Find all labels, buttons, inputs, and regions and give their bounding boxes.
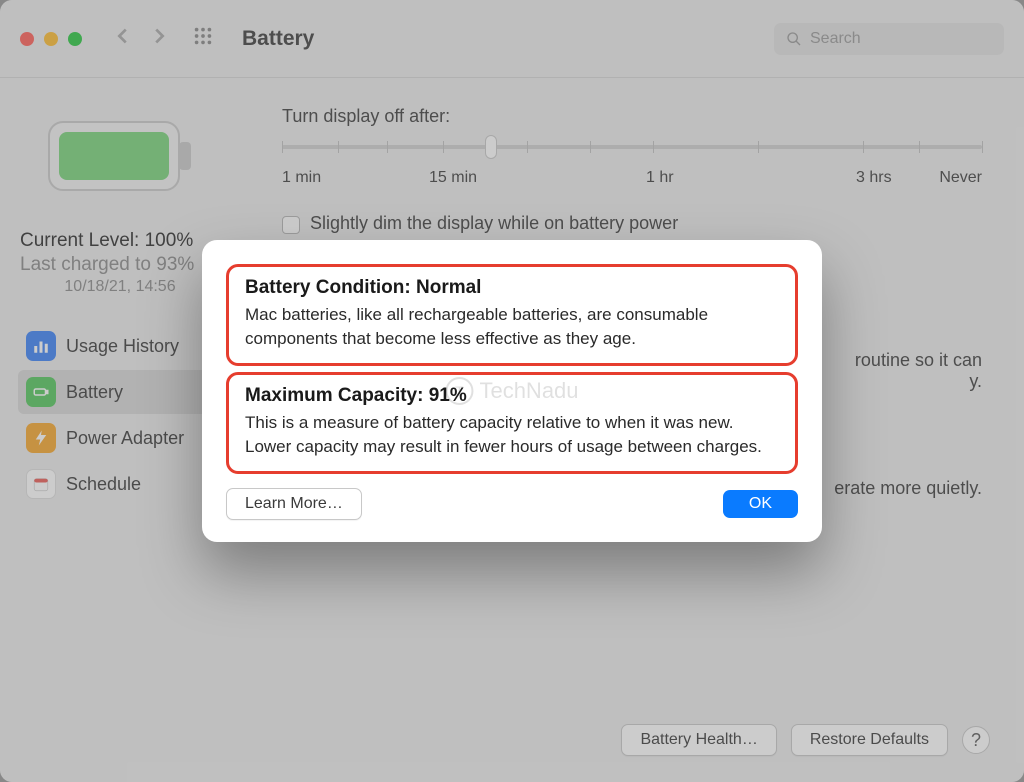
ok-button[interactable]: OK bbox=[723, 490, 798, 518]
battery-condition-body: Mac batteries, like all rechargeable bat… bbox=[245, 303, 779, 351]
battery-condition-section: Battery Condition: Normal Mac batteries,… bbox=[226, 264, 798, 366]
system-preferences-window: Battery Search Current Level: 100% Last … bbox=[0, 0, 1024, 782]
battery-health-dialog: TTechNadu Battery Condition: Normal Mac … bbox=[202, 240, 822, 541]
battery-condition-title: Battery Condition: Normal bbox=[245, 277, 779, 299]
maximum-capacity-body: This is a measure of battery capacity re… bbox=[245, 411, 779, 459]
maximum-capacity-section: Maximum Capacity: 91% This is a measure … bbox=[226, 372, 798, 474]
dialog-buttons: Learn More… OK bbox=[226, 488, 798, 520]
learn-more-button[interactable]: Learn More… bbox=[226, 488, 362, 520]
maximum-capacity-title: Maximum Capacity: 91% bbox=[245, 385, 779, 407]
modal-overlay: TTechNadu Battery Condition: Normal Mac … bbox=[0, 0, 1024, 782]
